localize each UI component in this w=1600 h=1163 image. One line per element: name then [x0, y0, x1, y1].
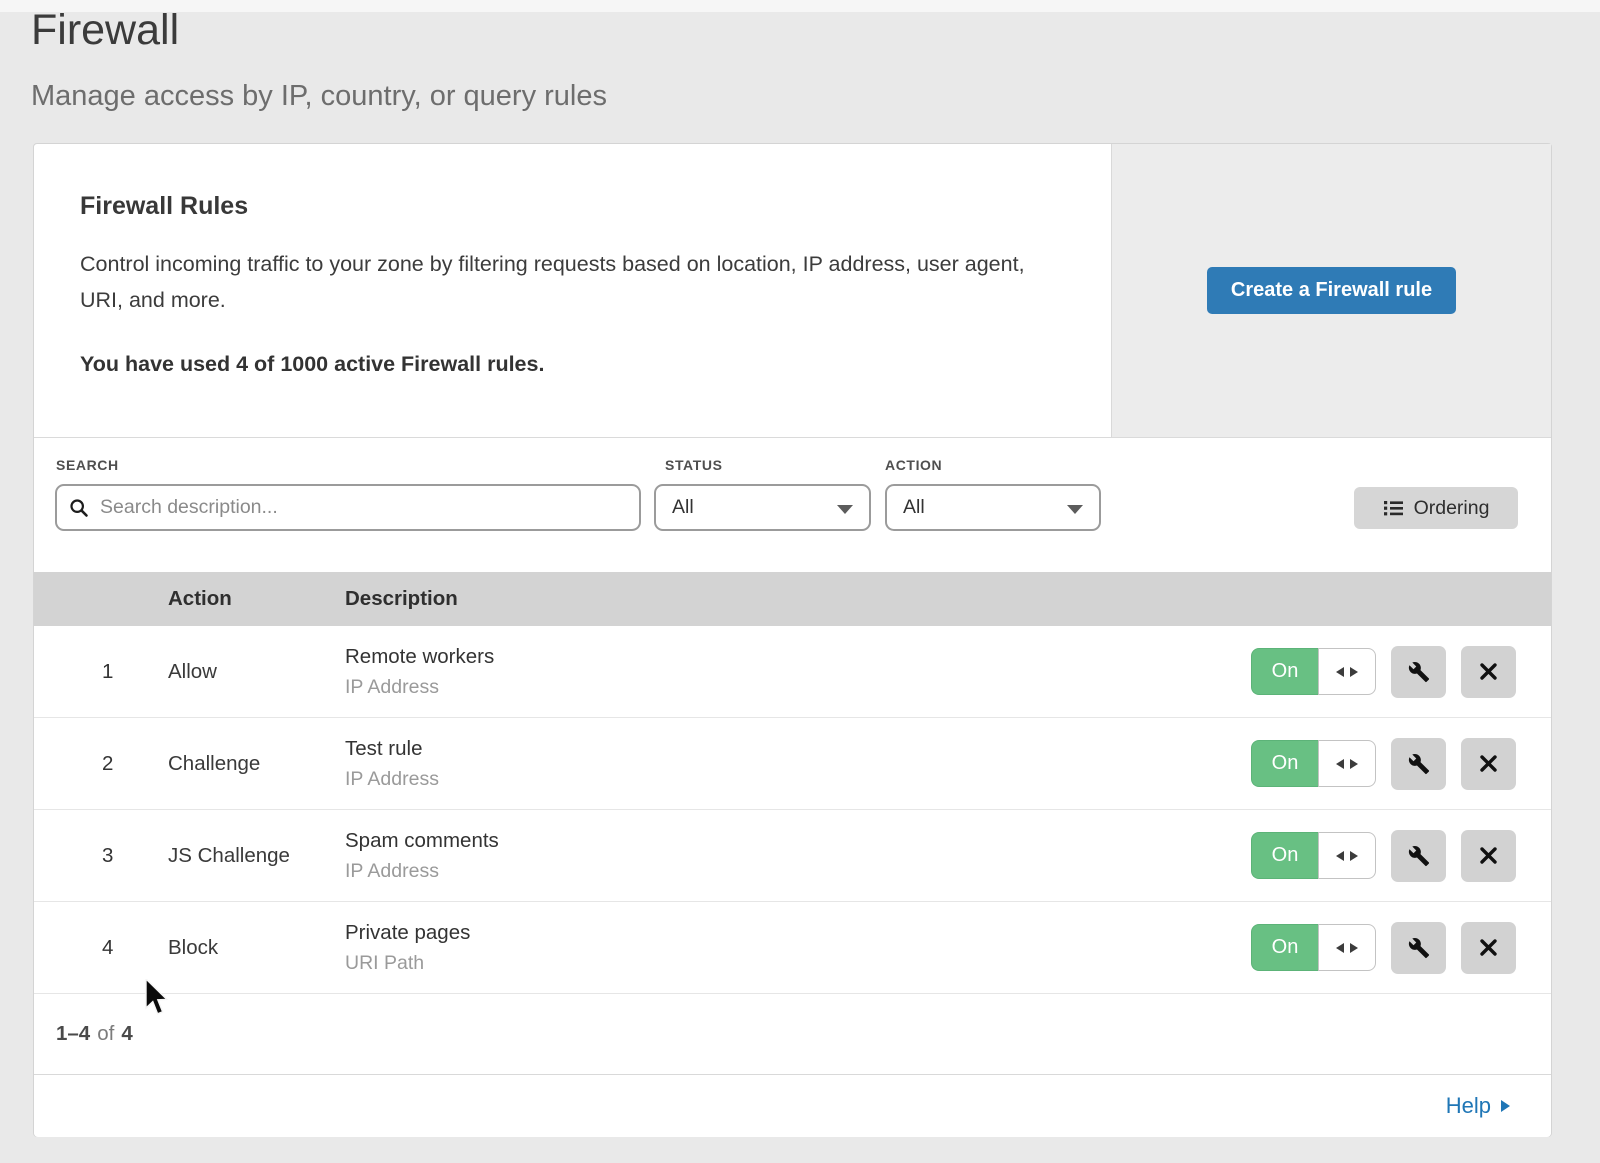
table-header: Action Description	[34, 572, 1551, 626]
delete-rule-button[interactable]	[1461, 922, 1516, 974]
edit-rule-button[interactable]	[1391, 922, 1446, 974]
card-intro-section: Firewall Rules Control incoming traffic …	[34, 144, 1551, 438]
chevron-down-icon	[837, 505, 853, 514]
left-right-arrows-icon	[1334, 666, 1360, 678]
table-row: 4 Block Private pages URI Path On	[34, 902, 1551, 994]
status-select[interactable]: All	[654, 484, 871, 531]
edit-rule-button[interactable]	[1391, 646, 1446, 698]
toggle-on-label: On	[1251, 832, 1318, 879]
search-icon	[69, 498, 89, 518]
left-right-arrows-icon	[1334, 758, 1360, 770]
create-rule-panel: Create a Firewall rule	[1111, 144, 1551, 437]
card-footer: Help	[34, 1074, 1551, 1137]
pagination-of: of	[97, 1022, 114, 1046]
wrench-icon	[1408, 661, 1430, 683]
status-select-value: All	[672, 496, 694, 519]
usage-summary: You have used 4 of 1000 active Firewall …	[80, 352, 1080, 377]
rule-description: Test rule IP Address	[345, 737, 1251, 791]
help-link[interactable]: Help	[1446, 1093, 1511, 1119]
chevron-down-icon	[1067, 505, 1083, 514]
rule-action: JS Challenge	[168, 844, 345, 868]
page-title: Firewall	[31, 6, 179, 55]
pagination-range: 1–4	[56, 1022, 90, 1046]
rule-description-title: Test rule	[345, 737, 1251, 761]
card-description: Control incoming traffic to your zone by…	[80, 246, 1040, 318]
ordering-button[interactable]: Ordering	[1354, 487, 1518, 529]
rule-priority: 3	[102, 844, 168, 868]
close-icon	[1479, 754, 1498, 773]
left-right-arrows-icon	[1334, 942, 1360, 954]
delete-rule-button[interactable]	[1461, 738, 1516, 790]
firewall-rules-card: Firewall Rules Control incoming traffic …	[33, 143, 1552, 1137]
action-select[interactable]: All	[885, 484, 1101, 531]
left-right-arrows-icon	[1334, 850, 1360, 862]
rule-description-title: Remote workers	[345, 645, 1251, 669]
wrench-icon	[1408, 937, 1430, 959]
rule-enabled-toggle[interactable]: On	[1251, 832, 1376, 879]
delete-rule-button[interactable]	[1461, 646, 1516, 698]
filters-bar: SEARCH STATUS ACTION All All	[34, 438, 1551, 572]
rule-description: Remote workers IP Address	[345, 645, 1251, 699]
top-strip	[0, 0, 1600, 12]
rules-list: 1 Allow Remote workers IP Address On	[34, 626, 1551, 994]
rule-description: Spam comments IP Address	[345, 829, 1251, 883]
rule-action: Allow	[168, 660, 345, 684]
edit-rule-button[interactable]	[1391, 830, 1446, 882]
column-header-action: Action	[168, 587, 345, 611]
toggle-on-label: On	[1251, 740, 1318, 787]
status-label: STATUS	[665, 457, 723, 473]
wrench-icon	[1408, 753, 1430, 775]
rule-match-type: URI Path	[345, 952, 1251, 975]
search-box[interactable]	[55, 484, 641, 531]
create-firewall-rule-button[interactable]: Create a Firewall rule	[1207, 267, 1456, 314]
rule-action: Block	[168, 936, 345, 960]
rule-priority: 2	[102, 752, 168, 776]
toggle-on-label: On	[1251, 648, 1318, 695]
ordering-button-label: Ordering	[1414, 497, 1490, 520]
toggle-handle[interactable]	[1318, 648, 1376, 695]
rule-description: Private pages URI Path	[345, 921, 1251, 975]
table-row: 1 Allow Remote workers IP Address On	[34, 626, 1551, 718]
toggle-handle[interactable]	[1318, 924, 1376, 971]
toggle-handle[interactable]	[1318, 740, 1376, 787]
pagination: 1–4 of 4	[34, 994, 1551, 1074]
ordered-list-icon	[1383, 498, 1404, 518]
rule-match-type: IP Address	[345, 860, 1251, 883]
rule-enabled-toggle[interactable]: On	[1251, 740, 1376, 787]
edit-rule-button[interactable]	[1391, 738, 1446, 790]
search-input[interactable]	[98, 495, 627, 520]
rule-priority: 4	[102, 936, 168, 960]
wrench-icon	[1408, 845, 1430, 867]
rule-enabled-toggle[interactable]: On	[1251, 648, 1376, 695]
arrow-right-icon	[1499, 1098, 1511, 1114]
help-link-label: Help	[1446, 1093, 1491, 1119]
action-select-value: All	[903, 496, 925, 519]
close-icon	[1479, 938, 1498, 957]
table-row: 3 JS Challenge Spam comments IP Address …	[34, 810, 1551, 902]
rule-priority: 1	[102, 660, 168, 684]
rule-description-title: Spam comments	[345, 829, 1251, 853]
close-icon	[1479, 662, 1498, 681]
page-subtitle: Manage access by IP, country, or query r…	[31, 80, 607, 113]
toggle-on-label: On	[1251, 924, 1318, 971]
pagination-total: 4	[121, 1022, 132, 1046]
intro-text: Firewall Rules Control incoming traffic …	[80, 144, 1080, 377]
card-heading: Firewall Rules	[80, 192, 1080, 221]
delete-rule-button[interactable]	[1461, 830, 1516, 882]
search-label: SEARCH	[56, 457, 119, 473]
action-label: ACTION	[885, 457, 942, 473]
rule-description-title: Private pages	[345, 921, 1251, 945]
rule-match-type: IP Address	[345, 676, 1251, 699]
column-header-description: Description	[345, 587, 1551, 611]
rule-match-type: IP Address	[345, 768, 1251, 791]
rule-action: Challenge	[168, 752, 345, 776]
close-icon	[1479, 846, 1498, 865]
toggle-handle[interactable]	[1318, 832, 1376, 879]
rule-enabled-toggle[interactable]: On	[1251, 924, 1376, 971]
table-row: 2 Challenge Test rule IP Address On	[34, 718, 1551, 810]
